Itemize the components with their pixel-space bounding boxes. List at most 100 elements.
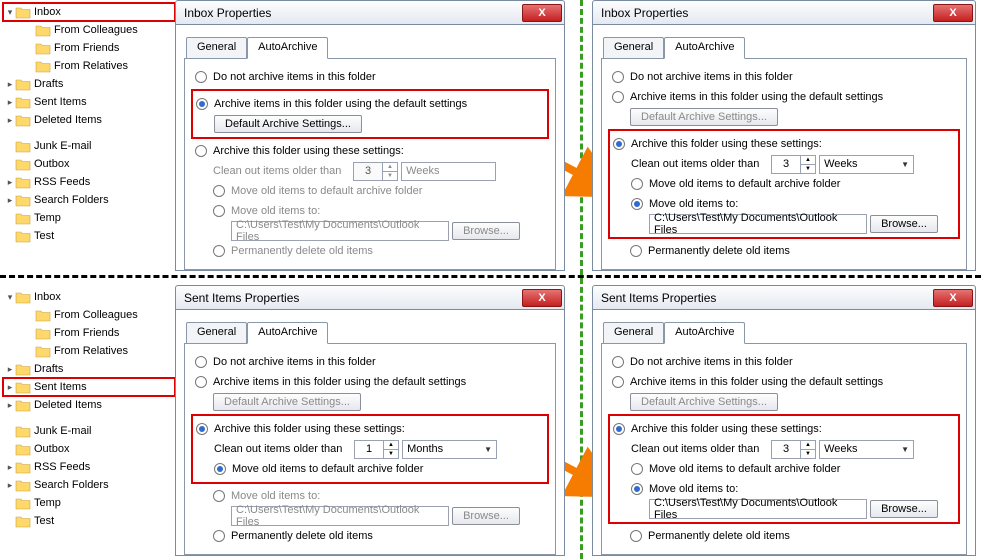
tree-item[interactable]: ▸Drafts [3, 75, 175, 93]
tree-item[interactable]: ▸Search Folders [3, 191, 175, 209]
tree-item[interactable]: From Friends [3, 39, 175, 57]
radio-noarchive[interactable] [195, 356, 207, 368]
radio-moveto[interactable] [631, 483, 643, 495]
tree-item-label: Outbox [34, 158, 69, 170]
cleanout-spinner: ▲▼ [383, 162, 398, 181]
tree-item[interactable]: ▸Sent Items [3, 93, 175, 111]
browse-button: Browse... [452, 222, 520, 240]
folder-tree: ▾InboxFrom ColleaguesFrom FriendsFrom Re… [0, 285, 175, 556]
tree-item-label: Deleted Items [34, 399, 102, 411]
cleanout-number[interactable] [354, 440, 384, 459]
tree-item[interactable]: ▸Sent Items [3, 378, 175, 396]
tree-item-label: RSS Feeds [34, 461, 90, 473]
radio-default[interactable] [196, 98, 208, 110]
radio-perm[interactable] [630, 245, 642, 257]
tree-item[interactable]: ▸Deleted Items [3, 111, 175, 129]
radio-moveto[interactable] [213, 490, 225, 502]
close-button[interactable]: X [933, 289, 973, 307]
close-button[interactable]: X [522, 4, 562, 22]
tree-item[interactable]: Junk E-mail [3, 137, 175, 155]
tree-item-label: Test [34, 230, 54, 242]
tree-item[interactable]: ▾Inbox [3, 3, 175, 21]
tree-item[interactable]: From Relatives [3, 342, 175, 360]
dialog-title: Inbox Properties [601, 6, 933, 20]
radio-these[interactable] [613, 423, 625, 435]
tree-item[interactable]: From Colleagues [3, 21, 175, 39]
folder-icon [15, 95, 31, 109]
folder-icon [15, 362, 31, 376]
cleanout-unit[interactable]: Weeks▼ [819, 155, 914, 174]
default-archive-button: Default Archive Settings... [630, 393, 778, 411]
tree-item[interactable]: Test [3, 512, 175, 530]
radio-movedef[interactable] [214, 463, 226, 475]
cleanout-number[interactable] [771, 155, 801, 174]
radio-noarchive[interactable] [612, 356, 624, 368]
radio-these[interactable] [196, 423, 208, 435]
browse-button[interactable]: Browse... [870, 215, 938, 233]
radio-movedef[interactable] [631, 178, 643, 190]
tree-item[interactable]: From Relatives [3, 57, 175, 75]
tab-general[interactable]: General [603, 322, 664, 344]
folder-icon [15, 290, 31, 304]
radio-perm[interactable] [630, 530, 642, 542]
tree-item[interactable]: Outbox [3, 440, 175, 458]
tree-item[interactable]: ▸RSS Feeds [3, 173, 175, 191]
radio-movedef[interactable] [631, 463, 643, 475]
close-button[interactable]: X [522, 289, 562, 307]
dialog-titlebar: Inbox Properties X [592, 0, 976, 24]
tree-item[interactable]: Junk E-mail [3, 422, 175, 440]
tab-general[interactable]: General [603, 37, 664, 59]
tree-item[interactable]: Temp [3, 494, 175, 512]
path-input[interactable]: C:\Users\Test\My Documents\Outlook Files [649, 499, 867, 519]
dialog-titlebar: Sent Items Properties X [175, 285, 565, 309]
cleanout-unit[interactable]: Months▼ [402, 440, 497, 459]
tab-autoarchive[interactable]: AutoArchive [247, 37, 328, 59]
tree-item[interactable]: ▸Deleted Items [3, 396, 175, 414]
tree-item-label: From Relatives [54, 60, 128, 72]
tree-item-label: Inbox [34, 6, 61, 18]
radio-these[interactable] [613, 138, 625, 150]
browse-button[interactable]: Browse... [870, 500, 938, 518]
cleanout-spinner[interactable]: ▲▼ [801, 155, 816, 174]
tree-item-label: Sent Items [34, 381, 87, 393]
tree-item[interactable]: ▾Inbox [3, 288, 175, 306]
radio-noarchive[interactable] [195, 71, 207, 83]
tree-item[interactable]: ▸RSS Feeds [3, 458, 175, 476]
dialog-title: Sent Items Properties [601, 291, 933, 305]
folder-icon [15, 77, 31, 91]
radio-perm[interactable] [213, 530, 225, 542]
path-input[interactable]: C:\Users\Test\My Documents\Outlook Files [649, 214, 867, 234]
tree-item[interactable]: Test [3, 227, 175, 245]
folder-icon [35, 344, 51, 358]
radio-moveto[interactable] [631, 198, 643, 210]
radio-default[interactable] [195, 376, 207, 388]
tree-item[interactable]: Outbox [3, 155, 175, 173]
tab-general[interactable]: General [186, 322, 247, 344]
tree-item[interactable]: From Colleagues [3, 306, 175, 324]
radio-default[interactable] [612, 91, 624, 103]
radio-default[interactable] [612, 376, 624, 388]
tab-autoarchive[interactable]: AutoArchive [664, 322, 745, 344]
close-button[interactable]: X [933, 4, 973, 22]
radio-these[interactable] [195, 145, 207, 157]
tree-item[interactable]: ▸Search Folders [3, 476, 175, 494]
radio-noarchive[interactable] [612, 71, 624, 83]
tree-item[interactable]: From Friends [3, 324, 175, 342]
cleanout-spinner[interactable]: ▲▼ [801, 440, 816, 459]
path-input: C:\Users\Test\My Documents\Outlook Files [231, 221, 449, 241]
cleanout-spinner[interactable]: ▲▼ [384, 440, 399, 459]
tab-autoarchive[interactable]: AutoArchive [247, 322, 328, 344]
cleanout-number[interactable] [771, 440, 801, 459]
tree-item-label: Outbox [34, 443, 69, 455]
dialog-titlebar: Sent Items Properties X [592, 285, 976, 309]
tree-item-label: From Friends [54, 42, 119, 54]
tree-item[interactable]: ▸Drafts [3, 360, 175, 378]
tree-item[interactable]: Temp [3, 209, 175, 227]
default-archive-button[interactable]: Default Archive Settings... [214, 115, 362, 133]
folder-icon [15, 460, 31, 474]
tab-autoarchive[interactable]: AutoArchive [664, 37, 745, 59]
opt-these-label: Archive this folder using these settings… [213, 145, 404, 157]
folder-icon [15, 175, 31, 189]
tab-general[interactable]: General [186, 37, 247, 59]
cleanout-unit[interactable]: Weeks▼ [819, 440, 914, 459]
